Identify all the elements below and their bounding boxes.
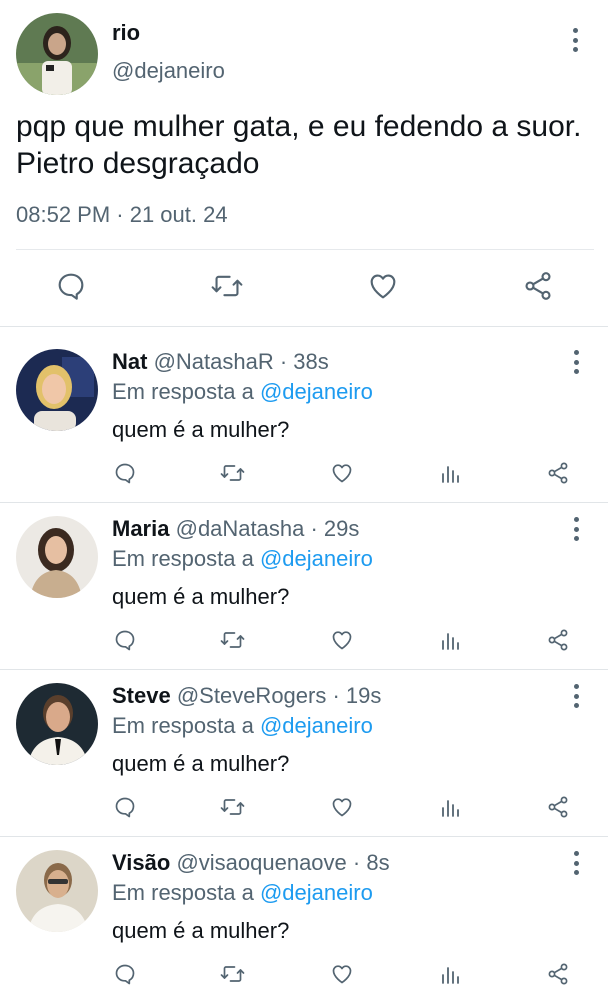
reply-context: Em resposta a @dejaneiro: [112, 379, 373, 405]
reply-context: Em resposta a @dejaneiro: [112, 713, 373, 739]
retweet-icon[interactable]: [219, 962, 246, 986]
reply-icon[interactable]: [55, 270, 87, 302]
reply-tweet[interactable]: Nat @NatashaR · 38s Em resposta a @dejan…: [0, 326, 608, 493]
share-icon[interactable]: [546, 962, 570, 986]
retweet-icon[interactable]: [219, 628, 246, 652]
reply-text: quem é a mulher?: [112, 918, 290, 943]
share-icon[interactable]: [546, 628, 570, 652]
reply-tweet[interactable]: Steve @SteveRogers · 19s Em resposta a @…: [0, 660, 608, 827]
reply-name[interactable]: Maria: [112, 516, 169, 541]
divider: [16, 249, 594, 250]
more-options-icon[interactable]: [573, 350, 579, 374]
tweet-timestamp[interactable]: 08:52 PM · 21 out. 24: [16, 202, 228, 228]
like-icon[interactable]: [367, 270, 399, 302]
main-tweet: rio @dejaneiro pqp que mulher gata, e eu…: [0, 0, 608, 326]
like-icon[interactable]: [330, 628, 354, 652]
reply-prefix: Em resposta a: [112, 379, 254, 404]
mention-link[interactable]: @dejaneiro: [260, 880, 373, 905]
reply-handle-time[interactable]: @NatashaR · 38s: [154, 349, 329, 374]
reply-handle-time[interactable]: @daNatasha · 29s: [176, 516, 360, 541]
reply-name[interactable]: Steve: [112, 683, 171, 708]
reply-text: quem é a mulher?: [112, 751, 290, 776]
avatar[interactable]: [16, 13, 98, 95]
reply-text: quem é a mulher?: [112, 417, 290, 442]
reply-tweet[interactable]: Maria @daNatasha · 29s Em resposta a @de…: [0, 493, 608, 660]
views-icon[interactable]: [439, 962, 463, 986]
mention-link[interactable]: @dejaneiro: [260, 379, 373, 404]
views-icon[interactable]: [439, 461, 463, 485]
avatar[interactable]: [16, 850, 98, 932]
more-options-icon[interactable]: [573, 851, 579, 875]
mention-link[interactable]: @dejaneiro: [260, 546, 373, 571]
reply-context: Em resposta a @dejaneiro: [112, 546, 373, 572]
reply-icon[interactable]: [113, 628, 137, 652]
reply-handle-time[interactable]: @SteveRogers · 19s: [177, 683, 382, 708]
share-icon[interactable]: [546, 461, 570, 485]
reply-text: quem é a mulher?: [112, 584, 290, 609]
more-options-icon[interactable]: [573, 684, 579, 708]
reply-prefix: Em resposta a: [112, 880, 254, 905]
share-icon[interactable]: [546, 795, 570, 819]
reply-handle-time[interactable]: @visaoquenaove · 8s: [176, 850, 389, 875]
like-icon[interactable]: [330, 461, 354, 485]
reply-name[interactable]: Nat: [112, 349, 147, 374]
retweet-icon[interactable]: [210, 270, 244, 302]
avatar[interactable]: [16, 349, 98, 431]
reply-icon[interactable]: [113, 795, 137, 819]
like-icon[interactable]: [330, 962, 354, 986]
mention-link[interactable]: @dejaneiro: [260, 713, 373, 738]
reply-name[interactable]: Visão: [112, 850, 170, 875]
reply-prefix: Em resposta a: [112, 713, 254, 738]
retweet-icon[interactable]: [219, 795, 246, 819]
reply-prefix: Em resposta a: [112, 546, 254, 571]
more-options-icon[interactable]: [572, 28, 578, 52]
reply-icon[interactable]: [113, 461, 137, 485]
views-icon[interactable]: [439, 795, 463, 819]
reply-tweet[interactable]: Visão @visaoquenaove · 8s Em resposta a …: [0, 827, 608, 994]
avatar[interactable]: [16, 683, 98, 765]
user-handle[interactable]: @dejaneiro: [112, 58, 225, 84]
retweet-icon[interactable]: [219, 461, 246, 485]
like-icon[interactable]: [330, 795, 354, 819]
avatar[interactable]: [16, 516, 98, 598]
user-name[interactable]: rio: [112, 20, 140, 46]
reply-icon[interactable]: [113, 962, 137, 986]
more-options-icon[interactable]: [573, 517, 579, 541]
share-icon[interactable]: [522, 270, 554, 302]
tweet-text: pqp que mulher gata, e eu fedendo a suor…: [16, 110, 582, 180]
views-icon[interactable]: [439, 628, 463, 652]
reply-context: Em resposta a @dejaneiro: [112, 880, 373, 906]
